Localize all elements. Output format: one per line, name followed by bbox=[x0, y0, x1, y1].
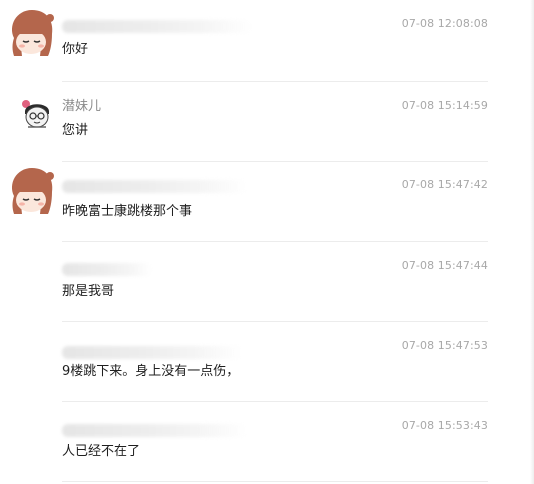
message-timestamp: 07-08 15:47:44 bbox=[401, 259, 488, 272]
message-timestamp: 07-08 15:47:53 bbox=[401, 339, 488, 352]
message-timestamp: 07-08 15:53:43 bbox=[401, 419, 488, 432]
cartoon-girl-avatar[interactable] bbox=[6, 166, 56, 216]
sender-name-redacted bbox=[62, 346, 242, 359]
cartoon-boy-glasses-avatar[interactable] bbox=[20, 98, 54, 130]
message-timestamp: 07-08 12:08:08 bbox=[401, 17, 488, 30]
cartoon-girl-avatar[interactable] bbox=[6, 8, 56, 58]
chat-message: 07-08 15:47:53 9楼跳下来。身上没有一点伤， bbox=[0, 322, 534, 402]
sender-name: 潜妹儿 bbox=[62, 99, 102, 114]
chat-message: 07-08 12:08:08 你好 bbox=[0, 0, 534, 82]
sender-name-redacted bbox=[62, 263, 152, 276]
message-text: 你好 bbox=[62, 42, 89, 57]
message-timestamp: 07-08 15:14:59 bbox=[401, 99, 488, 112]
scrollbar-track[interactable] bbox=[530, 0, 534, 484]
chat-message: 07-08 15:47:44 那是我哥 bbox=[0, 242, 534, 322]
chat-message: 07-08 15:53:43 人已经不在了 bbox=[0, 402, 534, 484]
message-text: 您讲 bbox=[62, 123, 89, 138]
message-timestamp: 07-08 15:47:42 bbox=[401, 178, 488, 191]
message-text: 9楼跳下来。身上没有一点伤， bbox=[62, 364, 240, 379]
sender-name-redacted bbox=[62, 180, 247, 193]
chat-message: 潜妹儿 07-08 15:14:59 您讲 bbox=[0, 82, 534, 162]
message-divider bbox=[62, 481, 488, 482]
message-text: 人已经不在了 bbox=[62, 444, 141, 459]
sender-name-redacted bbox=[62, 424, 247, 437]
chat-message: 07-08 15:47:42 昨晚富士康跳楼那个事 bbox=[0, 162, 534, 242]
sender-name-redacted bbox=[62, 20, 252, 33]
message-text: 那是我哥 bbox=[62, 284, 115, 299]
message-text: 昨晚富士康跳楼那个事 bbox=[62, 204, 193, 219]
chat-log: 07-08 12:08:08 你好 潜妹儿 07-08 15:14:59 您讲 bbox=[0, 0, 534, 484]
